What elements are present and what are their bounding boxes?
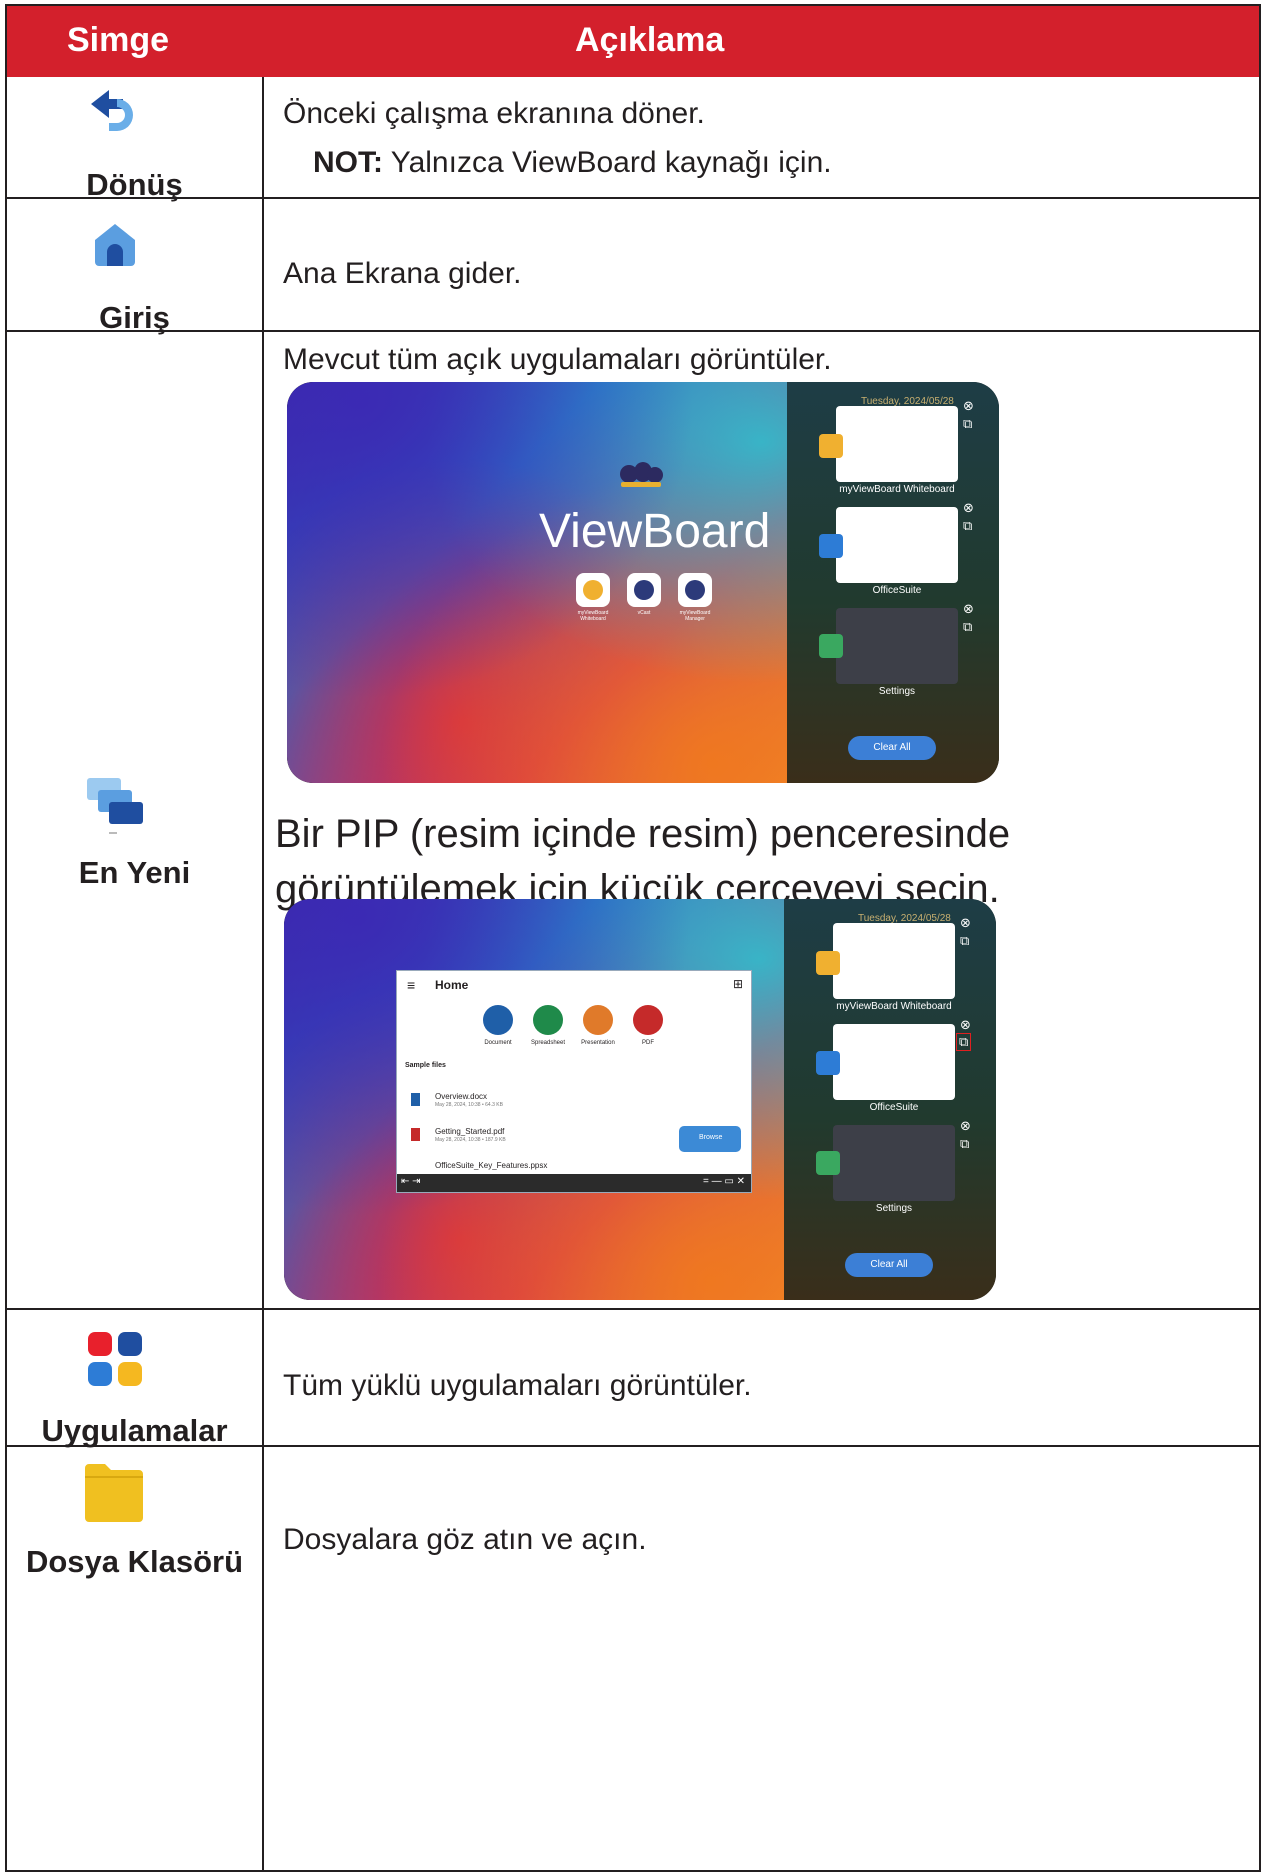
recent-card-whiteboard[interactable]	[833, 923, 955, 999]
menu-icon[interactable]: ≡	[407, 977, 415, 993]
row-description: Tüm yüklü uygulamaları görüntüler.	[283, 1369, 752, 1402]
file-name[interactable]: Overview.docx	[435, 1092, 487, 1101]
row-label: En Yeni	[78, 855, 191, 890]
row-description: Dosyalara göz atın ve açın.	[283, 1523, 647, 1556]
whiteboard-app-icon	[816, 951, 840, 975]
window-controls-icon[interactable]: = — ▭ ✕	[703, 1176, 745, 1187]
recent-card-settings[interactable]	[833, 1125, 955, 1201]
recent-windows-icon	[87, 778, 143, 834]
apps-grid-icon	[88, 1332, 142, 1386]
recents-panel: Tuesday, 2024/05/28 ⊗ ⧉ myViewBoard Whit…	[784, 899, 996, 1300]
pip-screenshot: ≡ Home ⊞ Document Spreadsheet Presentati…	[284, 899, 996, 1300]
card-label: myViewBoard Whiteboard	[836, 1001, 952, 1012]
pip-window-icon[interactable]: ⧉	[963, 518, 972, 534]
header-desc-col: Açıklama	[575, 21, 725, 59]
whiteboard-app-icon	[819, 434, 843, 458]
recent-card-officesuite[interactable]	[836, 507, 958, 583]
home-icon	[95, 224, 135, 266]
card-label: OfficeSuite	[872, 585, 922, 596]
doc-type-label: PDF	[642, 1040, 654, 1046]
pip-control-bar: ⇤ ⇥ = — ▭ ✕	[397, 1174, 751, 1192]
officesuite-app-icon	[819, 534, 843, 558]
settings-app-icon	[816, 1151, 840, 1175]
recents-panel: Tuesday, 2024/05/28 ⊗ ⧉ myViewBoard Whit…	[787, 382, 999, 783]
app-label: vCast	[637, 610, 651, 616]
card-label: Settings	[878, 686, 916, 697]
table-header: Simge Açıklama	[7, 6, 1259, 77]
row-description: Mevcut tüm açık uygulamaları görüntüler.	[283, 343, 832, 376]
birds-logo-icon	[620, 462, 663, 487]
close-icon[interactable]: ⊗	[960, 1017, 971, 1033]
pip-window[interactable]: ≡ Home ⊞ Document Spreadsheet Presentati…	[396, 970, 752, 1193]
icon-description-table: Simge Açıklama Dönüş Önceki çalışma ekra…	[5, 4, 1261, 1872]
doc-type-label: Spreadsheet	[530, 1040, 566, 1046]
row-label: Dosya Klasörü	[25, 1544, 244, 1579]
pip-window-icon[interactable]: ⧉	[960, 1136, 969, 1152]
folder-icon	[85, 1464, 143, 1522]
pip-window-icon[interactable]: ⧉	[963, 619, 972, 635]
file-name[interactable]: OfficeSuite_Key_Features.ppsx	[435, 1161, 547, 1170]
card-label: OfficeSuite	[869, 1102, 919, 1113]
grid-view-icon[interactable]: ⊞	[733, 977, 743, 991]
browse-button[interactable]: Browse	[679, 1126, 741, 1152]
app-label: myViewBoard Manager	[679, 610, 711, 622]
desktop-wallpaper	[287, 382, 787, 783]
row-label: Uygulamalar	[41, 1413, 228, 1448]
dock-left-icon[interactable]: ⇤ ⇥	[401, 1176, 421, 1187]
doc-type-label: Document	[484, 1040, 512, 1046]
pip-title: Home	[435, 978, 469, 992]
recents-screenshot: ViewBoard myViewBoard Whiteboard vCast m…	[287, 382, 999, 783]
clear-all-button[interactable]: Clear All	[848, 736, 936, 760]
file-name[interactable]: Getting_Started.pdf	[435, 1127, 504, 1136]
recent-card-whiteboard[interactable]	[836, 406, 958, 482]
recent-card-settings[interactable]	[836, 608, 958, 684]
viewboard-brand: ViewBoard	[539, 505, 771, 558]
row-description: Önceki çalışma ekranına döner.	[283, 97, 705, 130]
settings-app-icon	[819, 634, 843, 658]
clear-all-button[interactable]: Clear All	[845, 1253, 933, 1277]
pip-window-icon-highlighted[interactable]: ⧉	[956, 1033, 972, 1051]
app-whiteboard-icon[interactable]	[576, 573, 610, 607]
file-meta: May 28, 2024, 10:38 • 64.3 KB	[435, 1102, 503, 1108]
note-text: Yalnızca ViewBoard kaynağı için.	[383, 146, 832, 179]
close-icon[interactable]: ⊗	[960, 1118, 971, 1134]
header-icon-col: Simge	[67, 21, 170, 59]
file-meta: May 28, 2024, 10:38 • 187.9 KB	[435, 1137, 506, 1143]
row-divider	[7, 1308, 1259, 1310]
close-icon[interactable]: ⊗	[963, 500, 974, 516]
pip-window-icon[interactable]: ⧉	[960, 933, 969, 949]
app-label: myViewBoard Whiteboard	[577, 610, 609, 622]
return-icon	[91, 90, 133, 131]
app-vcast-icon[interactable]	[627, 573, 661, 607]
pip-window-icon[interactable]: ⧉	[963, 416, 972, 432]
close-icon[interactable]: ⊗	[960, 915, 971, 931]
sample-files-heading: Sample files	[405, 1062, 446, 1069]
close-icon[interactable]: ⊗	[963, 398, 974, 414]
docx-file-icon	[411, 1093, 420, 1106]
pdf-file-icon	[411, 1128, 420, 1141]
close-icon[interactable]: ⊗	[963, 601, 974, 617]
card-label: myViewBoard Whiteboard	[839, 484, 955, 495]
spreadsheet-type-icon[interactable]	[533, 1005, 563, 1035]
pdf-type-icon[interactable]	[633, 1005, 663, 1035]
recent-card-officesuite[interactable]	[833, 1024, 955, 1100]
card-label: Settings	[875, 1203, 913, 1214]
column-divider	[262, 77, 264, 1870]
note-label: NOT:	[313, 146, 383, 179]
doc-type-label: Presentation	[581, 1040, 615, 1046]
row-note: NOT: Yalnızca ViewBoard kaynağı için.	[313, 146, 832, 180]
row-label: Dönüş	[86, 167, 183, 202]
presentation-type-icon[interactable]	[583, 1005, 613, 1035]
row-label: Giriş	[99, 300, 170, 335]
app-manager-icon[interactable]	[678, 573, 712, 607]
officesuite-app-icon	[816, 1051, 840, 1075]
row-description: Ana Ekrana gider.	[283, 257, 522, 290]
document-type-icon[interactable]	[483, 1005, 513, 1035]
